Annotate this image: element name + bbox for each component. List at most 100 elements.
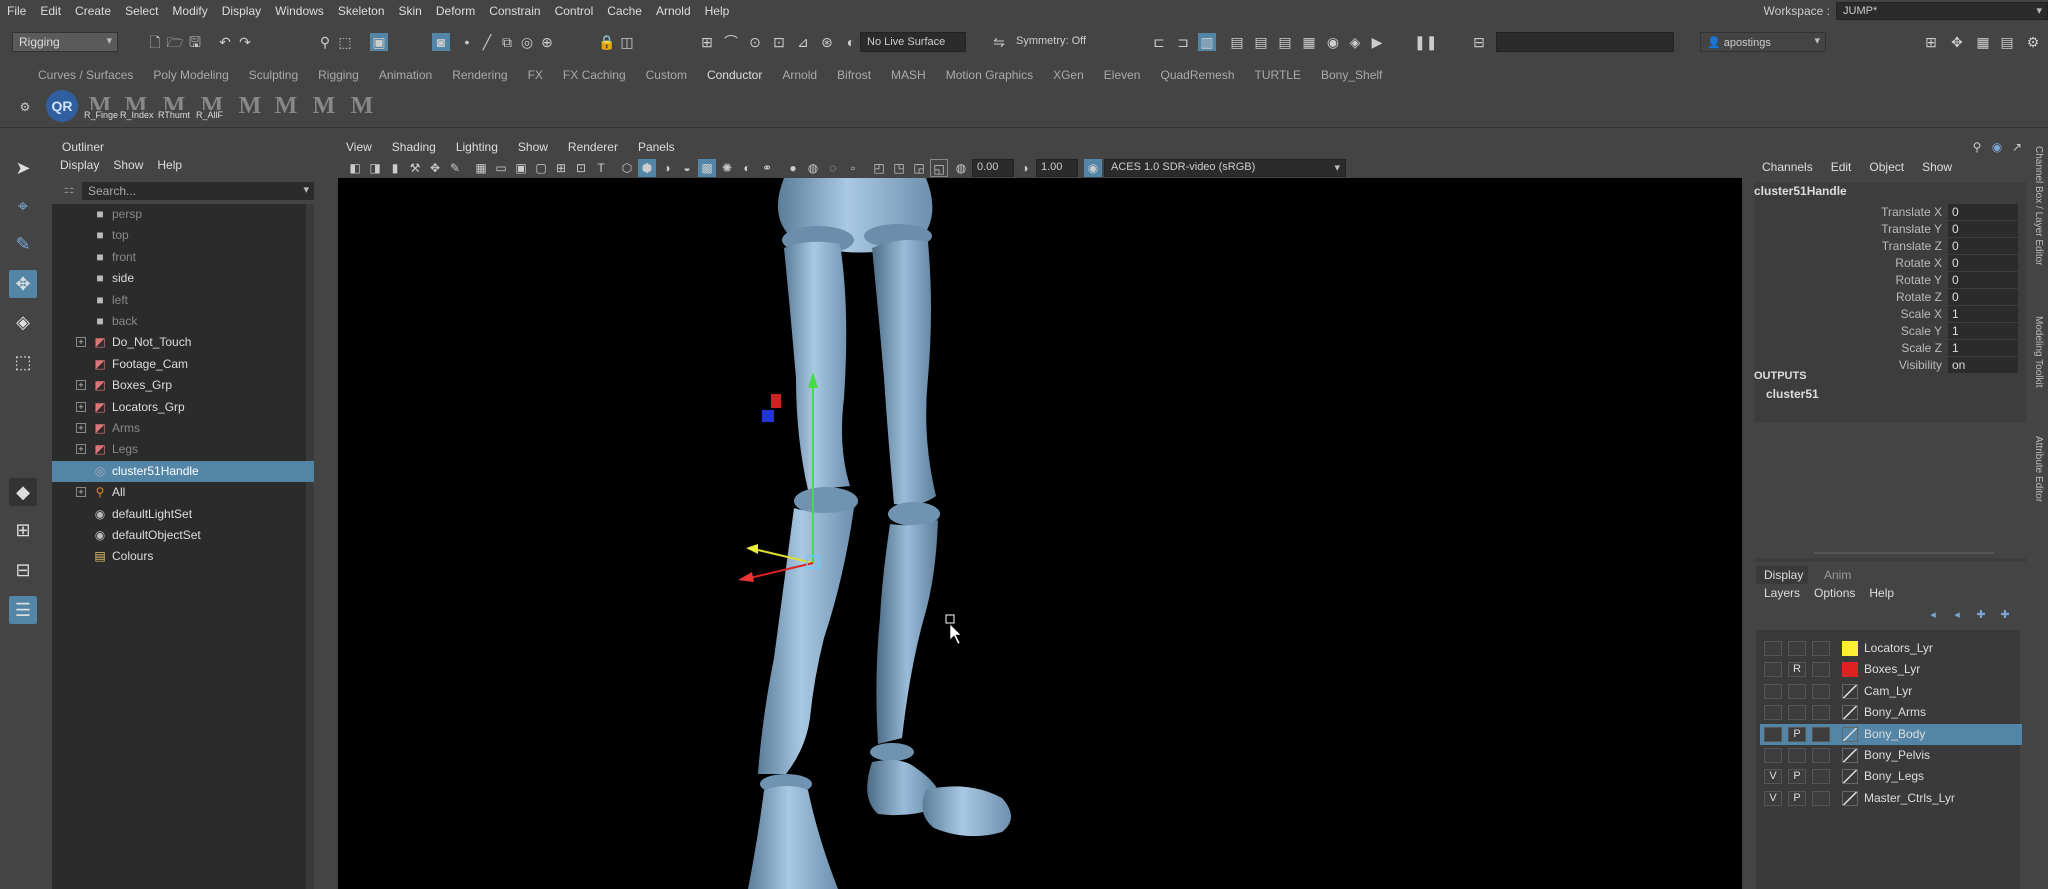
layer-row-locators_lyr[interactable]: Locators_Lyr	[1760, 638, 2022, 659]
layer-row-bony_legs[interactable]: V P Bony_Legs	[1760, 766, 2022, 787]
move-layer-down-icon[interactable]: ◂	[1948, 606, 1966, 624]
isolate-icon[interactable]: ⚭	[758, 159, 776, 177]
side-tab-channel-box[interactable]: Channel Box / Layer Editor	[2030, 146, 2044, 286]
side-tab-attribute-editor[interactable]: Attribute Editor	[2030, 436, 2044, 526]
shelf-tab-animation[interactable]: Animation	[369, 66, 442, 84]
layer-menu-layers[interactable]: Layers	[1764, 586, 1800, 600]
layer-row-bony_pelvis[interactable]: Bony_Pelvis	[1760, 745, 2022, 766]
layer-display-type-toggle[interactable]	[1812, 705, 1830, 721]
outliner-item-front[interactable]: ■ front	[52, 247, 314, 268]
paint-select-icon[interactable]: ✎	[9, 230, 37, 258]
outliner-menu-show[interactable]: Show	[113, 158, 143, 172]
shelf-tab-custom[interactable]: Custom	[636, 66, 697, 84]
2d-pan-icon[interactable]: ✥	[426, 159, 444, 177]
outliner-item-do_not_touch[interactable]: + ◩ Do_Not_Touch	[52, 332, 314, 353]
grid-icon[interactable]: ▦	[472, 159, 490, 177]
layer-row-master_ctrls_lyr[interactable]: V P Master_Ctrls_Lyr	[1760, 788, 2022, 809]
select-component-icon[interactable]: ▣	[370, 33, 388, 51]
scale-tool-icon[interactable]: ⬚	[9, 348, 37, 376]
toolkit-icon[interactable]: ▦	[1974, 33, 1992, 51]
aa-icon[interactable]: ◌	[824, 159, 842, 177]
layer-display-type-toggle[interactable]	[1812, 790, 1830, 806]
viewport-menu-shading[interactable]: Shading	[382, 138, 446, 158]
hypershade-icon[interactable]: ▥	[1198, 33, 1216, 51]
dof-icon[interactable]: ▫	[844, 159, 862, 177]
expand-icon[interactable]: +	[76, 337, 86, 348]
shelf-tab-sculpting[interactable]: Sculpting	[239, 66, 308, 84]
face-icon[interactable]: ⧉	[498, 33, 516, 51]
menu-skeleton[interactable]: Skeleton	[331, 4, 392, 18]
viewport-menu-lighting[interactable]: Lighting	[446, 138, 508, 158]
safe-action-icon[interactable]: ⊡	[572, 159, 590, 177]
snap-point-icon[interactable]: ⊙	[746, 33, 764, 51]
render-settings-icon[interactable]: ▦	[1300, 33, 1318, 51]
layer-menu-help[interactable]: Help	[1869, 586, 1894, 600]
lights-icon[interactable]: ✺	[718, 159, 736, 177]
shelf-tab-fx[interactable]: FX	[518, 66, 553, 84]
menu-skin[interactable]: Skin	[392, 4, 429, 18]
outliner-item-back[interactable]: ■ back	[52, 311, 314, 332]
new-layer-selected-icon[interactable]: ✚	[1996, 606, 2014, 624]
grease-pencil-icon[interactable]: ✎	[446, 159, 464, 177]
gamma-field[interactable]: 1.00	[1036, 159, 1078, 177]
move-tool-icon[interactable]: ✥	[9, 270, 37, 298]
film-gate-icon[interactable]: ▭	[492, 159, 510, 177]
panel-splitter[interactable]	[1814, 552, 1994, 554]
cb-menu-object[interactable]: Object	[1869, 160, 1904, 174]
attr-name[interactable]: Scale Z	[1901, 341, 1942, 355]
layer-color-swatch[interactable]	[1842, 683, 1858, 699]
smooth-shade-icon[interactable]: ⬢	[638, 159, 656, 177]
layer-playback-toggle[interactable]	[1788, 641, 1806, 656]
menu-select[interactable]: Select	[118, 4, 165, 18]
bookmark-icon[interactable]: ▮	[386, 159, 404, 177]
gate-mask-icon[interactable]: ▢	[532, 159, 550, 177]
expand-icon[interactable]: +	[76, 487, 86, 498]
shelf-button-8[interactable]: M	[346, 90, 378, 122]
viewport-menu-panels[interactable]: Panels	[628, 138, 685, 158]
outliner-search-input[interactable]: Search...	[82, 182, 314, 200]
xray-active-icon[interactable]: ◲	[910, 159, 928, 177]
snap-live-icon[interactable]: ◐	[842, 33, 860, 51]
snap-center-icon[interactable]: ⊛	[818, 33, 836, 51]
attr-name[interactable]: Visibility	[1899, 358, 1942, 372]
menu-modify[interactable]: Modify	[165, 4, 214, 18]
attr-name[interactable]: Rotate Z	[1896, 290, 1942, 304]
shelf-tab-xgen[interactable]: XGen	[1043, 66, 1094, 84]
shadows-icon[interactable]: ◐	[738, 159, 756, 177]
attr-value-field[interactable]: 1	[1948, 340, 2018, 356]
cb-menu-channels[interactable]: Channels	[1762, 160, 1813, 174]
ssao-icon[interactable]: ●	[784, 159, 802, 177]
side-tab-modeling-toolkit[interactable]: Modeling Toolkit	[2030, 316, 2044, 416]
layer-visibility-toggle[interactable]	[1764, 726, 1782, 742]
select-tool-icon[interactable]: ➤	[9, 154, 37, 182]
layer-display-type-toggle[interactable]	[1812, 748, 1830, 763]
arnold-ipr-icon[interactable]: ▶	[1368, 33, 1386, 51]
lasso-tool-icon[interactable]: ⌖	[9, 192, 37, 220]
layer-color-swatch[interactable]	[1842, 705, 1858, 721]
shelf-tab-arnold[interactable]: Arnold	[772, 66, 827, 84]
menu-windows[interactable]: Windows	[268, 4, 331, 18]
save-scene-icon[interactable]: 🖫	[186, 33, 204, 51]
shelf-tab-conductor[interactable]: Conductor	[697, 66, 772, 84]
menu-cache[interactable]: Cache	[600, 4, 649, 18]
field-chart-icon[interactable]: ⊞	[552, 159, 570, 177]
edge-icon[interactable]: ╱	[478, 33, 496, 51]
layer-visibility-toggle[interactable]: V	[1764, 790, 1782, 806]
attr-value-field[interactable]: 0	[1948, 255, 2018, 271]
expand-icon[interactable]: +	[76, 423, 86, 433]
render-region-icon[interactable]: ⊏	[1150, 33, 1168, 51]
layer-color-swatch[interactable]	[1842, 769, 1858, 785]
layer-color-swatch[interactable]	[1842, 662, 1858, 678]
outliner-layout-icon[interactable]: ☰	[9, 596, 37, 624]
two-pane-icon[interactable]: ⊟	[9, 556, 37, 584]
layer-playback-toggle[interactable]: P	[1788, 790, 1806, 806]
snap-surface-icon[interactable]: ⊿	[794, 33, 812, 51]
outliner-item-boxes_grp[interactable]: + ◩ Boxes_Grp	[52, 375, 314, 396]
render-globe-icon[interactable]: ◉	[1324, 33, 1342, 51]
layer-visibility-toggle[interactable]	[1764, 683, 1782, 699]
camera-attr-icon[interactable]: ◨	[366, 159, 384, 177]
xray-joints-icon[interactable]: ◳	[890, 159, 908, 177]
layer-playback-toggle[interactable]: P	[1788, 769, 1806, 785]
vertex-icon[interactable]: •	[458, 33, 476, 51]
attr-value-field[interactable]: 1	[1948, 323, 2018, 339]
